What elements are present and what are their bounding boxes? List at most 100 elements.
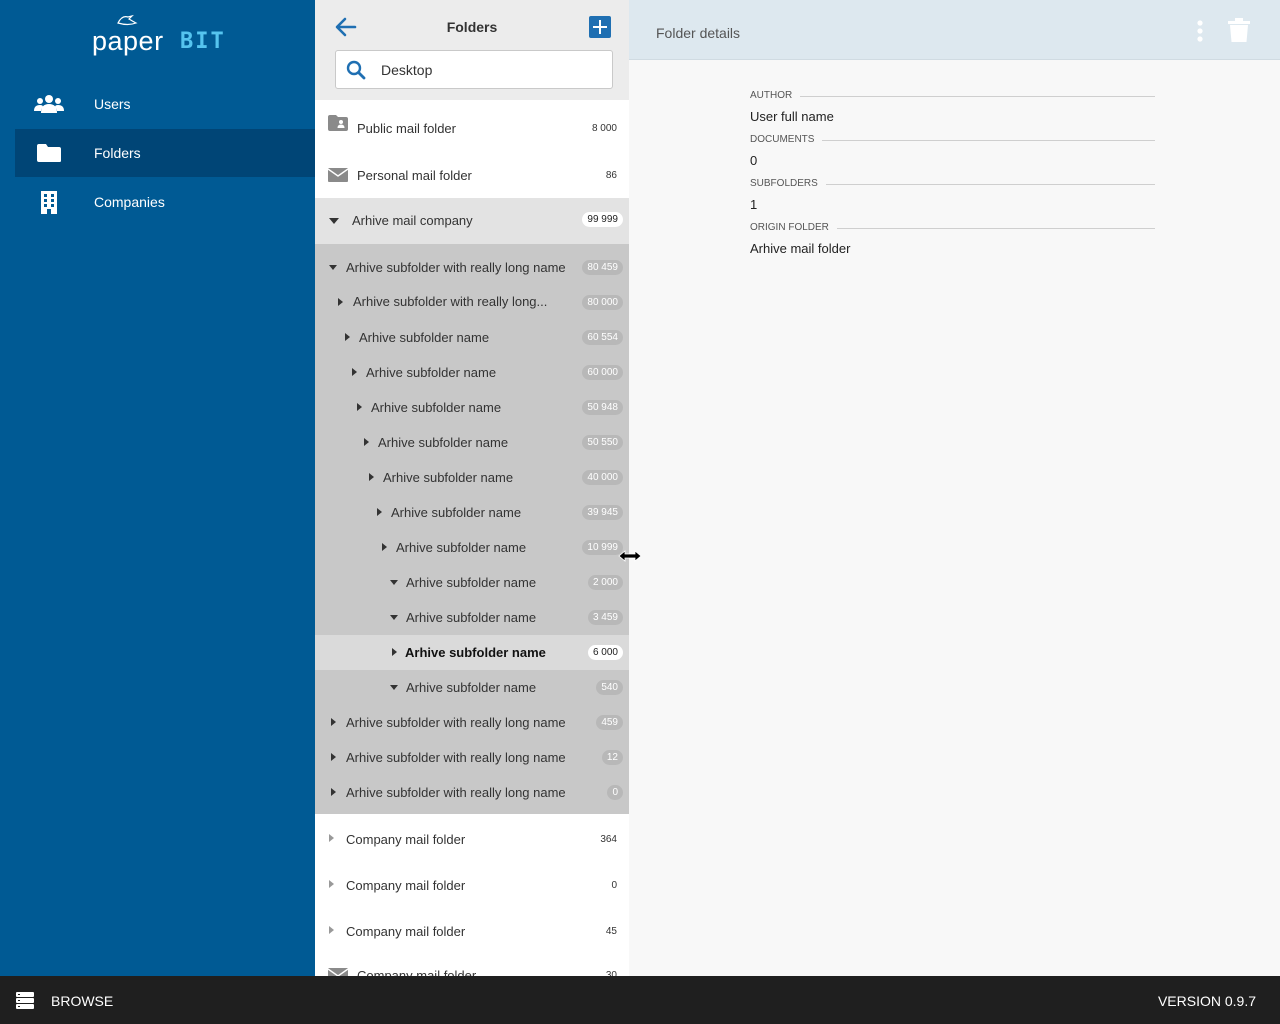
subfolder-row[interactable]: Arhive subfolder name 540: [315, 670, 629, 705]
caret-right-icon[interactable]: [329, 880, 334, 888]
caret-right-icon[interactable]: [382, 543, 387, 551]
folder-row-company[interactable]: Company mail folder 364: [315, 816, 629, 862]
sidebar-item-label: Companies: [94, 194, 165, 210]
sidebar-item-companies[interactable]: Companies: [0, 178, 315, 226]
subfolder-row[interactable]: Arhive subfolder name 50 550: [315, 425, 629, 460]
caret-right-icon[interactable]: [357, 403, 362, 411]
folder-label: Arhive subfolder with really long...: [353, 294, 548, 309]
sidebar-item-folders[interactable]: Folders: [0, 129, 315, 177]
subfolder-row-selected[interactable]: Arhive subfolder name 6 000: [315, 635, 629, 670]
users-icon: [34, 92, 64, 116]
subfolder-row[interactable]: Arhive subfolder with really long name 1…: [315, 740, 629, 775]
field-origin-folder: ORIGIN FOLDER Arhive mail folder: [750, 222, 1155, 266]
folder-label: Arhive subfolder name: [359, 330, 490, 345]
sidebar-item-label: Users: [94, 96, 131, 112]
add-folder-button[interactable]: [589, 16, 611, 38]
field-value: 1: [750, 197, 758, 212]
search-input[interactable]: [381, 60, 601, 80]
folder-count: 45: [605, 926, 617, 937]
field-documents: DOCUMENTS 0: [750, 134, 1155, 178]
folder-count: 364: [600, 834, 617, 845]
caret-right-icon[interactable]: [345, 333, 350, 341]
version-label: VERSION 0.9.7: [1157, 993, 1256, 1009]
resize-handle-icon[interactable]: [618, 550, 642, 562]
subfolder-row[interactable]: Arhive subfolder name 39 945: [315, 495, 629, 530]
details-fields: AUTHOR User full name DOCUMENTS 0 SUBFOL…: [750, 90, 1155, 266]
caret-right-icon[interactable]: [352, 368, 357, 376]
folder-count: 86: [605, 170, 617, 181]
more-options-icon[interactable]: [1197, 20, 1203, 42]
folder-icon: [34, 141, 64, 165]
subfolder-row[interactable]: Arhive subfolder with really long name 0: [315, 775, 629, 810]
subfolder-row[interactable]: Arhive subfolder with really long name 8…: [315, 250, 629, 285]
folder-label: Arhive subfolder name: [406, 610, 537, 625]
caret-down-icon[interactable]: [390, 615, 398, 620]
building-icon: [34, 190, 64, 214]
subfolder-row[interactable]: Arhive subfolder name 2 000: [315, 565, 629, 600]
folder-label: Arhive subfolder name: [396, 540, 527, 555]
folder-count-badge: 39 945: [582, 505, 623, 520]
caret-right-icon[interactable]: [331, 718, 336, 726]
caret-right-icon[interactable]: [331, 753, 336, 761]
trash-icon[interactable]: [1228, 18, 1250, 42]
field-label: SUBFOLDERS: [750, 178, 826, 189]
folder-label: Company mail folder: [346, 924, 466, 939]
folder-row-company[interactable]: Company mail folder 45: [315, 908, 629, 954]
caret-right-icon[interactable]: [369, 473, 374, 481]
folder-label: Company mail folder: [346, 832, 466, 847]
field-author: AUTHOR User full name: [750, 90, 1155, 134]
folder-label: Arhive subfolder name: [366, 365, 497, 380]
caret-right-icon[interactable]: [392, 648, 397, 656]
caret-right-icon[interactable]: [364, 438, 369, 446]
folder-count: 8 000: [591, 123, 617, 134]
sidebar-item-users[interactable]: Users: [0, 80, 315, 128]
app-logo[interactable]: paper BIT: [92, 14, 232, 56]
subfolder-row[interactable]: Arhive subfolder name 3 459: [315, 600, 629, 635]
folder-count-badge: 459: [596, 715, 623, 730]
folder-count-badge: 0: [607, 785, 623, 800]
caret-right-icon[interactable]: [377, 508, 382, 516]
server-icon[interactable]: [16, 992, 34, 1009]
caret-right-icon[interactable]: [329, 834, 334, 842]
folder-count-badge: 3 459: [587, 610, 623, 625]
folder-label: Arhive subfolder name: [406, 575, 537, 590]
caret-down-icon[interactable]: [390, 685, 398, 690]
caret-down-icon[interactable]: [329, 265, 337, 270]
sidebar-item-label: Folders: [94, 145, 141, 161]
search-box[interactable]: [335, 50, 613, 89]
caret-right-icon[interactable]: [338, 298, 343, 306]
folder-count-badge: 60 554: [582, 330, 623, 345]
subfolder-row[interactable]: Arhive subfolder with really long... 80 …: [315, 285, 629, 320]
folder-row-company[interactable]: Company mail folder 0: [315, 862, 629, 908]
field-subfolders: SUBFOLDERS 1: [750, 178, 1155, 222]
subfolder-row[interactable]: Arhive subfolder name 40 000: [315, 460, 629, 495]
folder-row-public[interactable]: Public mail folder 8 000: [315, 100, 629, 146]
subfolder-row[interactable]: Arhive subfolder name 60 554: [315, 320, 629, 355]
folder-row-company[interactable]: Company mail folder 30: [315, 954, 629, 976]
subfolder-row[interactable]: Arhive subfolder with really long name 4…: [315, 705, 629, 740]
folder-count-badge: 50 550: [582, 435, 623, 450]
details-header: Folder details: [629, 0, 1280, 60]
envelope-icon: [328, 168, 348, 182]
folder-count-badge: 80 459: [582, 260, 623, 275]
folders-panel: Folders Public mail folder 8 000 Persona…: [315, 0, 629, 976]
caret-down-icon[interactable]: [329, 218, 339, 224]
caret-right-icon[interactable]: [329, 926, 334, 934]
status-bar: BROWSE VERSION 0.9.7: [0, 976, 1280, 1024]
details-title: Folder details: [656, 25, 741, 41]
folders-header: Folders: [315, 0, 629, 100]
subfolder-row[interactable]: Arhive subfolder name 10 999: [315, 530, 629, 565]
folder-count: 0: [611, 880, 617, 891]
caret-down-icon[interactable]: [390, 580, 398, 585]
caret-right-icon[interactable]: [331, 788, 336, 796]
folder-label: Company mail folder: [346, 878, 466, 893]
folder-label: Personal mail folder: [357, 168, 472, 183]
folder-row-personal[interactable]: Personal mail folder 86: [315, 146, 629, 198]
logo-text-bit: BIT: [180, 29, 226, 54]
folder-label: Arhive subfolder name: [378, 435, 509, 450]
subfolder-row[interactable]: Arhive subfolder name 60 000: [315, 355, 629, 390]
field-label: AUTHOR: [750, 90, 801, 101]
subfolder-row[interactable]: Arhive subfolder name 50 948: [315, 390, 629, 425]
field-label: DOCUMENTS: [750, 134, 823, 145]
folder-row-archive-company[interactable]: Arhive mail company 99 999: [315, 198, 629, 244]
